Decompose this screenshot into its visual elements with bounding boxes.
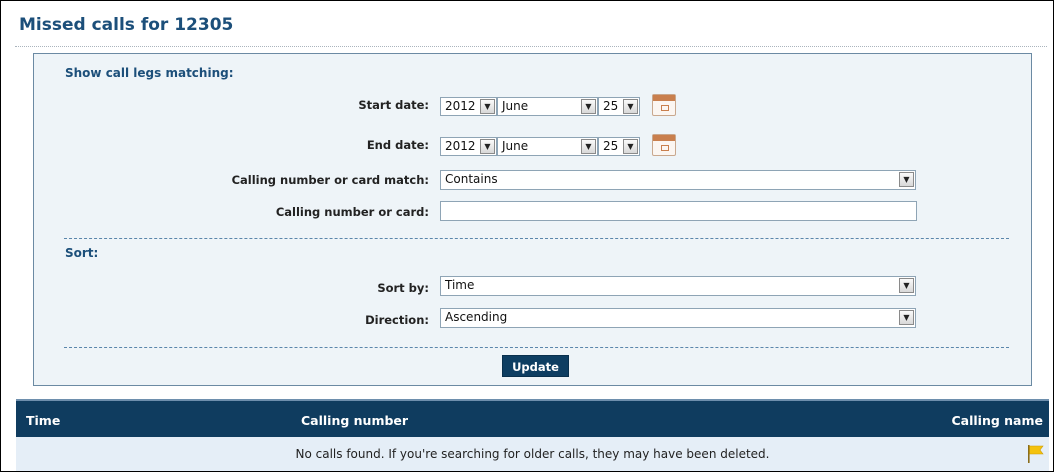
chevron-down-icon: ▼ <box>899 310 914 325</box>
filter-heading: Show call legs matching: <box>65 66 234 80</box>
chevron-down-icon: ▼ <box>480 99 495 114</box>
title-divider <box>15 46 1047 47</box>
chevron-down-icon: ▼ <box>581 139 596 154</box>
flag-icon <box>1028 445 1044 463</box>
direction-value: Ascending <box>445 310 508 324</box>
match-type-value: Contains <box>445 172 498 186</box>
number-or-card-label: Calling number or card: <box>275 205 429 219</box>
update-button[interactable]: Update <box>502 355 569 377</box>
column-header-time[interactable]: Time <box>26 413 60 428</box>
section-divider <box>64 347 1009 348</box>
sort-by-select[interactable]: Time ▼ <box>440 276 916 296</box>
end-year-value: 2012 <box>445 139 476 153</box>
sort-by-value: Time <box>445 278 475 292</box>
start-month-select[interactable]: June ▼ <box>497 97 598 116</box>
chevron-down-icon: ▼ <box>581 99 596 114</box>
start-date-label: Start date: <box>358 98 429 112</box>
direction-select[interactable]: Ascending ▼ <box>440 308 916 328</box>
chevron-down-icon: ▼ <box>623 139 638 154</box>
start-month-value: June <box>502 99 529 113</box>
section-divider <box>64 238 1009 239</box>
match-type-label: Calling number or card match: <box>231 173 429 187</box>
start-day-select[interactable]: 25 ▼ <box>598 97 640 116</box>
end-month-value: June <box>502 139 529 153</box>
table-header: Time Calling number Calling name <box>16 399 1049 437</box>
chevron-down-icon: ▼ <box>480 139 495 154</box>
direction-label: Direction: <box>365 313 429 327</box>
start-day-value: 25 <box>603 99 619 113</box>
start-year-select[interactable]: 2012 ▼ <box>440 97 497 116</box>
table-row: No calls found. If you're searching for … <box>16 437 1049 471</box>
calls-table: Time Calling number Calling name No call… <box>16 399 1049 471</box>
page: Missed calls for 12305 Show call legs ma… <box>0 0 1054 472</box>
end-date-label: End date: <box>366 138 429 152</box>
match-type-select[interactable]: Contains ▼ <box>440 170 916 190</box>
empty-message: No calls found. If you're searching for … <box>295 447 770 461</box>
calendar-icon[interactable] <box>652 134 676 156</box>
sort-by-label: Sort by: <box>377 281 429 295</box>
sort-heading: Sort: <box>65 246 99 260</box>
start-year-value: 2012 <box>445 99 476 113</box>
end-day-value: 25 <box>603 139 619 153</box>
end-month-select[interactable]: June ▼ <box>497 137 598 156</box>
chevron-down-icon: ▼ <box>899 278 914 293</box>
end-day-select[interactable]: 25 ▼ <box>598 137 640 156</box>
number-or-card-input[interactable] <box>440 201 917 221</box>
chevron-down-icon: ▼ <box>899 172 914 187</box>
column-header-calling-number[interactable]: Calling number <box>301 413 408 428</box>
page-title: Missed calls for 12305 <box>19 15 234 35</box>
column-header-calling-name[interactable]: Calling name <box>952 413 1044 428</box>
calendar-icon[interactable] <box>652 94 676 116</box>
end-year-select[interactable]: 2012 ▼ <box>440 137 497 156</box>
chevron-down-icon: ▼ <box>623 99 638 114</box>
filter-panel: Show call legs matching: Start date: 201… <box>33 53 1032 386</box>
